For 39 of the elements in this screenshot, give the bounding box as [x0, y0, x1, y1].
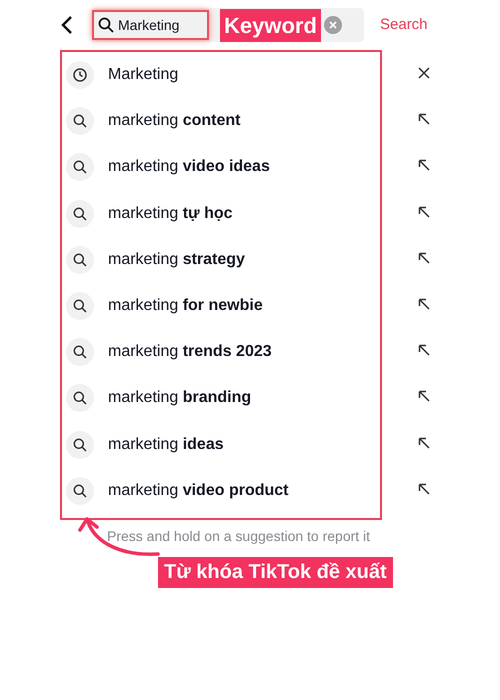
fill-in-arrow-icon[interactable] — [418, 252, 430, 264]
back-icon[interactable] — [60, 15, 74, 35]
search-icon — [73, 391, 87, 406]
search-icon — [73, 114, 87, 128]
fill-in-arrow-icon[interactable] — [418, 206, 430, 218]
suggestion-item[interactable]: marketing content — [108, 109, 240, 134]
remove-icon[interactable] — [418, 67, 430, 80]
search-icon — [73, 299, 87, 314]
search-icon — [73, 345, 87, 360]
fill-in-arrow-icon[interactable] — [418, 159, 430, 172]
suggestion-item[interactable]: Marketing — [108, 63, 178, 88]
search-icon — [73, 206, 87, 221]
search-icon — [73, 160, 87, 174]
suggestions-label: Từ khóa TikTok đề xuất — [158, 557, 393, 588]
search-button[interactable]: Search — [380, 14, 428, 36]
suggestion-item[interactable]: marketing for newbie — [108, 294, 263, 318]
suggestion-item[interactable]: marketing video ideas — [108, 155, 270, 180]
clear-icon[interactable] — [324, 16, 342, 34]
search-icon — [98, 17, 114, 33]
suggestion-item[interactable]: marketing video product — [108, 478, 288, 503]
keyword-label: Keyword — [220, 8, 321, 42]
suggestion-item[interactable]: marketing tự học — [108, 202, 233, 226]
fill-in-arrow-icon[interactable] — [418, 298, 430, 310]
fill-in-arrow-icon[interactable] — [418, 482, 430, 495]
fill-in-arrow-icon[interactable] — [418, 113, 430, 126]
search-icon — [73, 438, 87, 452]
search-icon — [73, 252, 87, 267]
search-value: Marketing — [118, 16, 180, 35]
hint-text: Press and hold on a suggestion to report it — [107, 527, 370, 546]
fill-in-arrow-icon[interactable] — [418, 344, 430, 356]
suggestion-item[interactable]: marketing trends 2023 — [108, 340, 272, 364]
search-icon — [73, 484, 87, 498]
suggestion-item[interactable]: marketing branding — [108, 386, 252, 410]
search-field[interactable]: Marketing — [92, 10, 209, 40]
suggestion-item[interactable]: marketing ideas — [108, 432, 224, 457]
fill-in-arrow-icon[interactable] — [418, 390, 430, 402]
fill-in-arrow-icon[interactable] — [418, 436, 430, 449]
suggestion-item[interactable]: marketing strategy — [108, 248, 245, 272]
clock-icon — [73, 68, 87, 82]
